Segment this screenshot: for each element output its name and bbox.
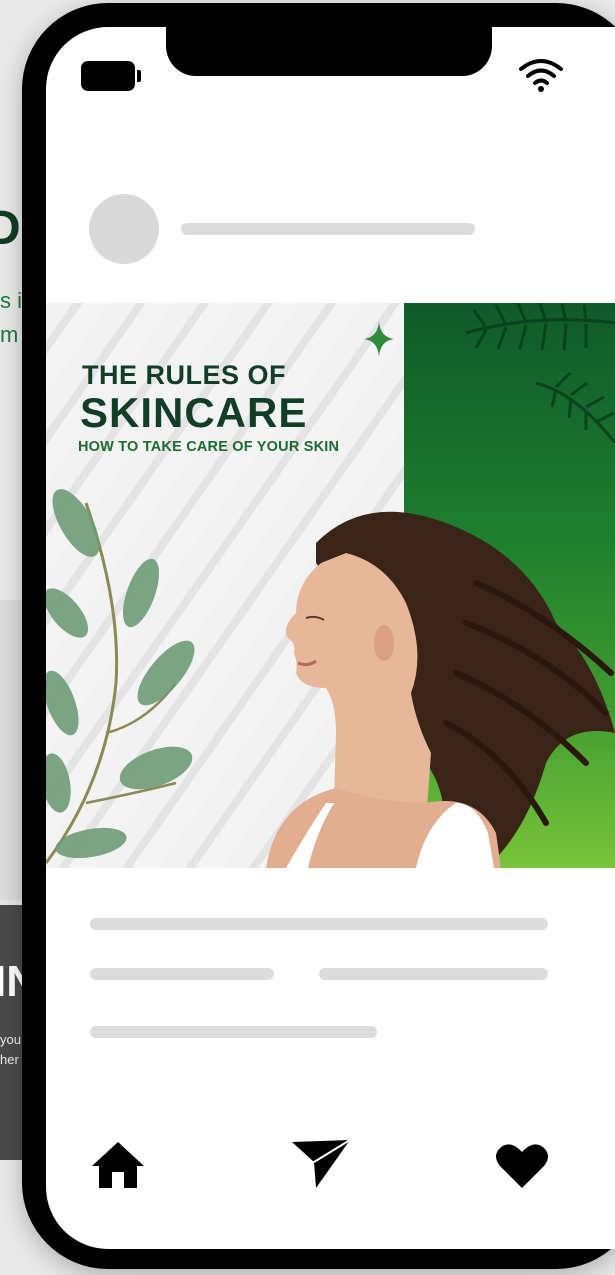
post-subtitle: HOW TO TAKE CARE OF YOUR SKIN: [78, 439, 340, 455]
send-icon[interactable]: [292, 1140, 352, 1190]
caption-placeholder-line: [90, 1026, 377, 1038]
sparkle-icon: [364, 321, 394, 357]
caption-placeholder-line: [319, 968, 548, 980]
post-title-line2: SKINCARE: [80, 389, 308, 436]
heart-icon[interactable]: [495, 1142, 549, 1188]
palm-leaf-decoration: [465, 303, 615, 443]
eucalyptus-leaves-decoration: [46, 489, 195, 864]
battery-icon: [81, 61, 141, 91]
background-heading-fragment: D: [0, 202, 21, 255]
avatar-placeholder: [89, 194, 159, 264]
background-dark-text-fragment: you: [0, 1032, 21, 1047]
home-icon[interactable]: [90, 1140, 146, 1188]
username-placeholder: [181, 223, 475, 235]
caption-placeholder-line: [90, 918, 548, 930]
woman-portrait: [266, 511, 615, 868]
post-title-line1: THE RULES OF: [82, 360, 287, 390]
phone-notch: [166, 20, 492, 76]
caption-placeholder-line: [90, 968, 274, 980]
background-dark-text-fragment: her: [0, 1052, 19, 1067]
post-image[interactable]: THE RULES OF SKINCARE HOW TO TAKE CARE O…: [46, 303, 615, 868]
background-text-fragment: m: [0, 322, 19, 347]
wifi-icon: [519, 59, 563, 92]
